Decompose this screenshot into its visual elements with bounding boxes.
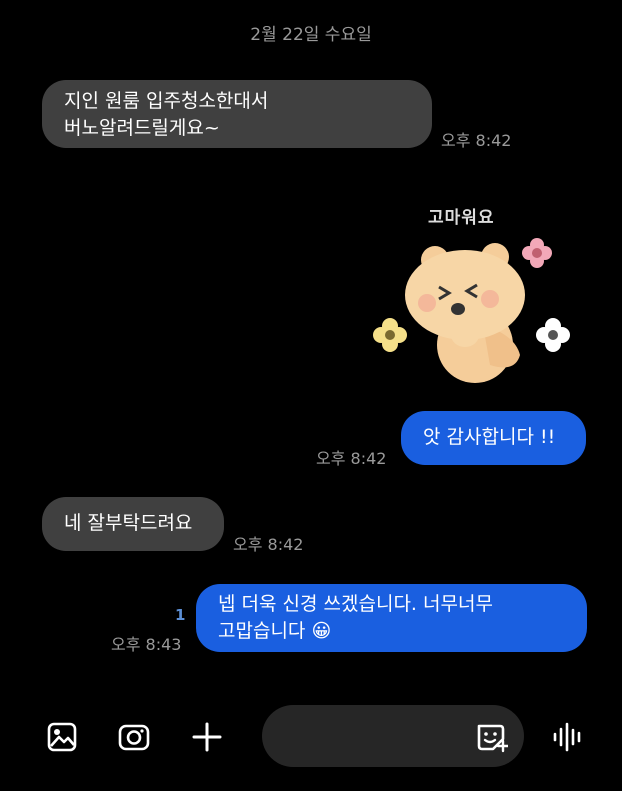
bear-sticker[interactable] <box>365 195 585 395</box>
message-timestamp: 오후 8:42 <box>316 449 387 468</box>
message-timestamp: 오후 8:42 <box>441 131 512 150</box>
unread-count: 1 <box>175 606 186 624</box>
sent-message-bubble[interactable]: 넵 더욱 신경 쓰겠습니다. 너무너무 고맙습니다 😀 <box>196 584 587 652</box>
sticker-icon[interactable] <box>471 717 511 757</box>
voice-icon[interactable] <box>548 717 588 757</box>
message-line: 고맙습니다 😀 <box>218 620 332 642</box>
received-message-bubble[interactable]: 지인 원룸 입주청소한대서 버노알려드릴게요~ <box>42 80 432 148</box>
message-line: 앗 감사합니다 !! <box>423 426 556 448</box>
received-message-bubble[interactable]: 네 잘부탁드려요 <box>42 497 224 551</box>
sent-message-bubble[interactable]: 앗 감사합니다 !! <box>401 411 586 465</box>
message-line: 네 잘부탁드려요 <box>64 512 193 534</box>
date-header: 2월 22일 수요일 <box>250 25 372 45</box>
gallery-icon[interactable] <box>42 717 82 757</box>
camera-icon[interactable] <box>114 717 154 757</box>
message-line: 지인 원룸 입주청소한대서 <box>64 90 269 112</box>
message-timestamp: 오후 8:43 <box>111 635 182 654</box>
pink-flower-icon <box>522 238 552 268</box>
composer-bar <box>0 700 622 791</box>
plus-icon[interactable] <box>187 717 227 757</box>
yellow-flower-icon <box>373 318 407 352</box>
message-timestamp: 오후 8:42 <box>233 535 304 554</box>
white-flower-icon <box>536 318 570 352</box>
message-line: 버노알려드릴게요~ <box>64 117 220 139</box>
message-line: 넵 더욱 신경 쓰겠습니다. 너무너무 <box>218 593 493 615</box>
